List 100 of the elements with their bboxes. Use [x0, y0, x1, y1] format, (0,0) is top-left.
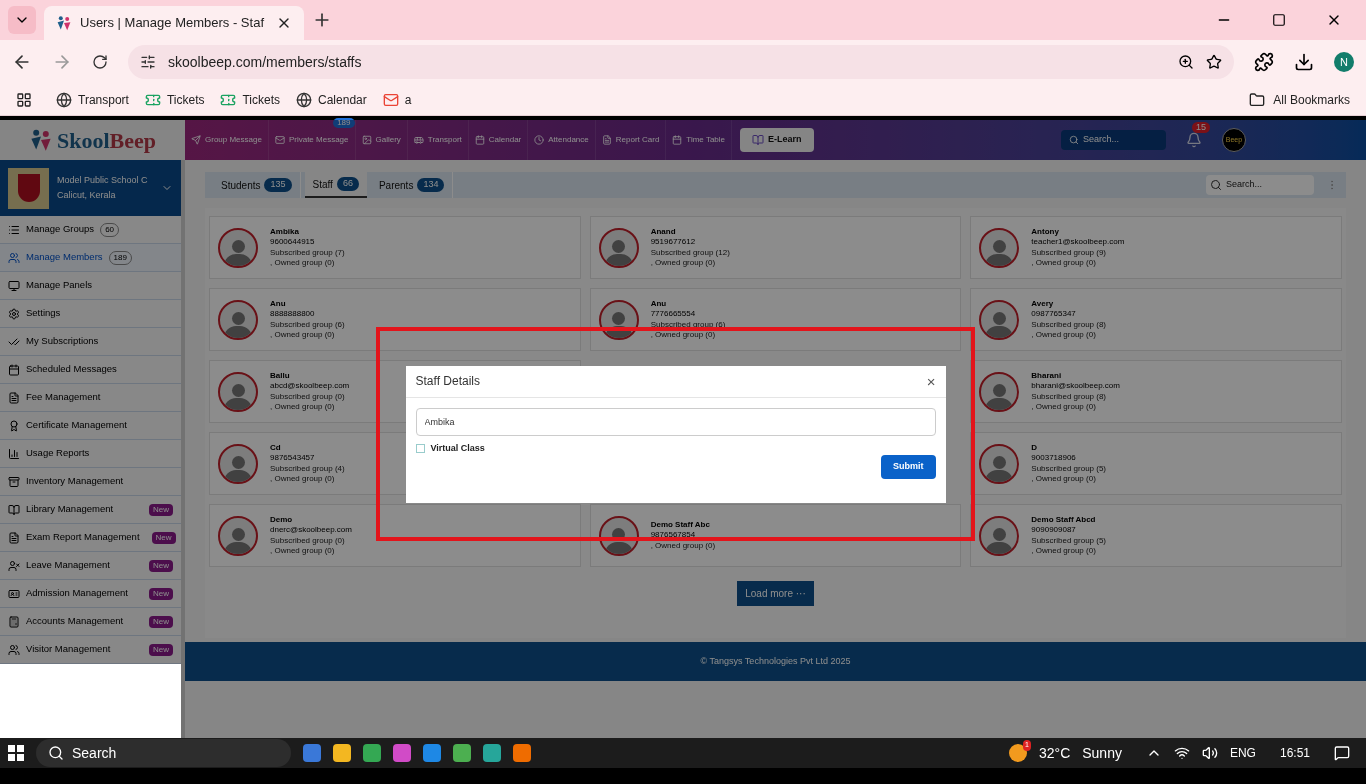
sidebar-item[interactable]: Leave Management New: [0, 552, 181, 580]
sidebar-item[interactable]: Fee Management: [0, 384, 181, 412]
member-card[interactable]: Bharani bharani@skoolbeep.com Subscribed group (8) , Owned group (0): [970, 360, 1342, 423]
windows-logo-icon[interactable]: [8, 745, 24, 761]
tab[interactable]: Students 135: [213, 172, 301, 198]
subscribed-groups: Subscribed group (9): [1031, 247, 1125, 258]
subscribed-groups: Subscribed group (4): [270, 463, 345, 474]
owned-groups: , Owned group (0): [1031, 330, 1107, 341]
avatar-icon: [979, 371, 1020, 412]
taskbar-app-icon[interactable]: [363, 744, 381, 762]
envelope-icon: [274, 135, 285, 145]
taskbar-search[interactable]: Search: [36, 739, 291, 767]
list-icon: [8, 223, 20, 236]
bookmark[interactable]: Calendar: [296, 90, 367, 109]
tab[interactable]: Parents 134: [370, 172, 454, 198]
taskbar-app-icon[interactable]: [483, 744, 501, 762]
clock-time[interactable]: 16:51: [1279, 744, 1310, 762]
sidebar-item[interactable]: Exam Report Management New: [0, 524, 181, 552]
new-badge: New: [149, 503, 173, 516]
bookmark[interactable]: Tickets: [220, 90, 281, 109]
sidebar-item[interactable]: Manage Members 189: [0, 244, 181, 272]
new-badge: New: [149, 643, 173, 656]
address-bar[interactable]: skoolbeep.com/members/staffs: [128, 45, 1234, 79]
owned-groups: , Owned group (0): [1031, 258, 1125, 269]
restore-icon[interactable]: [1272, 13, 1286, 27]
sidebar-item[interactable]: Library Management New: [0, 496, 181, 524]
member-name: Bharani: [1031, 370, 1063, 381]
tab-list-icon[interactable]: [8, 6, 36, 34]
new-badge: New: [149, 615, 173, 628]
bookmark[interactable]: Transport: [56, 90, 129, 109]
logo[interactable]: SkoolBeep: [0, 120, 185, 160]
tab[interactable]: Staff 66: [304, 172, 367, 198]
taskbar-app-icon[interactable]: [513, 744, 531, 762]
all-bookmarks[interactable]: All Bookmarks: [1249, 90, 1350, 109]
bookmark[interactable]: Tickets: [144, 90, 205, 109]
footer: © Tangsys Technologies Pvt Ltd 2025: [185, 642, 1366, 681]
new-badge: New: [151, 531, 176, 544]
notification-icon[interactable]: [1334, 745, 1350, 761]
member-name: Anu: [650, 298, 668, 309]
sidebar-item[interactable]: Accounts Management New: [0, 608, 181, 636]
load-more-button[interactable]: Load more ···: [737, 581, 814, 606]
reload-icon[interactable]: [92, 54, 108, 70]
volume-icon[interactable]: [1201, 745, 1218, 761]
member-card[interactable]: D 9003718906 Subscribed group (5) , Owned group (0): [970, 432, 1342, 495]
member-contact: 9519677612: [650, 237, 697, 248]
zoom-icon[interactable]: [1178, 54, 1194, 70]
sidebar-item[interactable]: Certificate Management: [0, 412, 181, 440]
wifi-icon[interactable]: [1173, 745, 1190, 761]
member-contact: bharani@skoolbeep.com: [1031, 381, 1120, 392]
taskbar-app-icon[interactable]: [423, 744, 441, 762]
member-card[interactable]: Antony teacher1@skoolbeep.com Subscribed group (9) , Owned group (0): [970, 216, 1342, 279]
school-location: Calicut, Kerala: [57, 189, 117, 202]
member-card[interactable]: Demo Staff Abc 9876567854 , Owned group (0): [589, 504, 962, 567]
virtual-class-checkbox[interactable]: Virtual Class: [415, 441, 485, 455]
bus-icon: [413, 135, 424, 145]
sidebar-item[interactable]: Admission Management New: [0, 580, 181, 608]
apps-icon[interactable]: [16, 91, 32, 108]
id-card-icon: [8, 587, 20, 600]
member-contact: 9003718906: [1031, 453, 1077, 464]
member-card[interactable]: Demo Staff Abcd 9090909087 Subscribed group (5) , Owned group (0): [970, 504, 1342, 567]
member-search-field[interactable]: Search...: [1206, 175, 1314, 195]
document-icon: [8, 531, 20, 544]
avatar-icon: [218, 371, 258, 412]
owned-groups: , Owned group (0): [1031, 474, 1107, 485]
member-card[interactable]: Anand 9519677612 Subscribed group (12) , Owned group (0): [589, 216, 962, 279]
name-input[interactable]: Ambika: [415, 407, 936, 436]
profile-avatar[interactable]: N: [1334, 52, 1354, 72]
dialog-title: Staff Details: [415, 373, 481, 390]
extensions-icon[interactable]: [1254, 52, 1274, 72]
sidebar-item[interactable]: Scheduled Messages: [0, 356, 181, 384]
close-button[interactable]: ×: [926, 373, 936, 389]
bookmark[interactable]: a: [382, 90, 412, 109]
member-name: Demo: [270, 514, 294, 525]
taskbar-app-icon[interactable]: [333, 744, 351, 762]
taskbar-app-icon[interactable]: [453, 744, 471, 762]
member-card[interactable]: Avery 0987765347 Subscribed group (8) , Owned group (0): [970, 288, 1342, 351]
download-icon[interactable]: [1294, 52, 1314, 72]
taskbar-app-icon[interactable]: [393, 744, 411, 762]
sidebar-item[interactable]: Settings: [0, 300, 181, 328]
archive-icon: [8, 475, 20, 488]
globe-icon: [56, 91, 72, 108]
site-info-icon[interactable]: [140, 54, 156, 70]
notification-bell-icon[interactable]: [1186, 132, 1202, 148]
new-badge: New: [149, 587, 173, 600]
member-card[interactable]: Ambika 9600644915 Subscribed group (7) , Owned group (0): [209, 216, 581, 279]
submit-button[interactable]: Submit: [881, 455, 936, 479]
sidebar-item[interactable]: My Subscriptions: [0, 328, 181, 356]
member-contact: 9090909087: [1031, 525, 1077, 536]
sidebar-item[interactable]: Usage Reports: [0, 440, 181, 468]
owned-groups: , Owned group (0): [1031, 546, 1107, 557]
bookmark-star-icon[interactable]: [1206, 54, 1222, 70]
elearn-button[interactable]: E-Learn: [740, 128, 814, 152]
browser-tab[interactable]: Users | Manage Members - Staf: [44, 6, 304, 40]
sidebar-item[interactable]: Manage Panels: [0, 272, 181, 300]
sidebar-item[interactable]: Inventory Management: [0, 468, 181, 496]
taskbar-app-icon[interactable]: [303, 744, 321, 762]
header-search-field[interactable]: Search...: [1061, 130, 1166, 150]
member-card[interactable]: Anu 8888888800 Subscribed group (6) , Owned group (0): [209, 288, 581, 351]
language-indicator[interactable]: ENG: [1229, 744, 1256, 762]
member-card[interactable]: Demo dnerc@skoolbeep.com Subscribed group (0) , Owned group (0): [209, 504, 581, 567]
